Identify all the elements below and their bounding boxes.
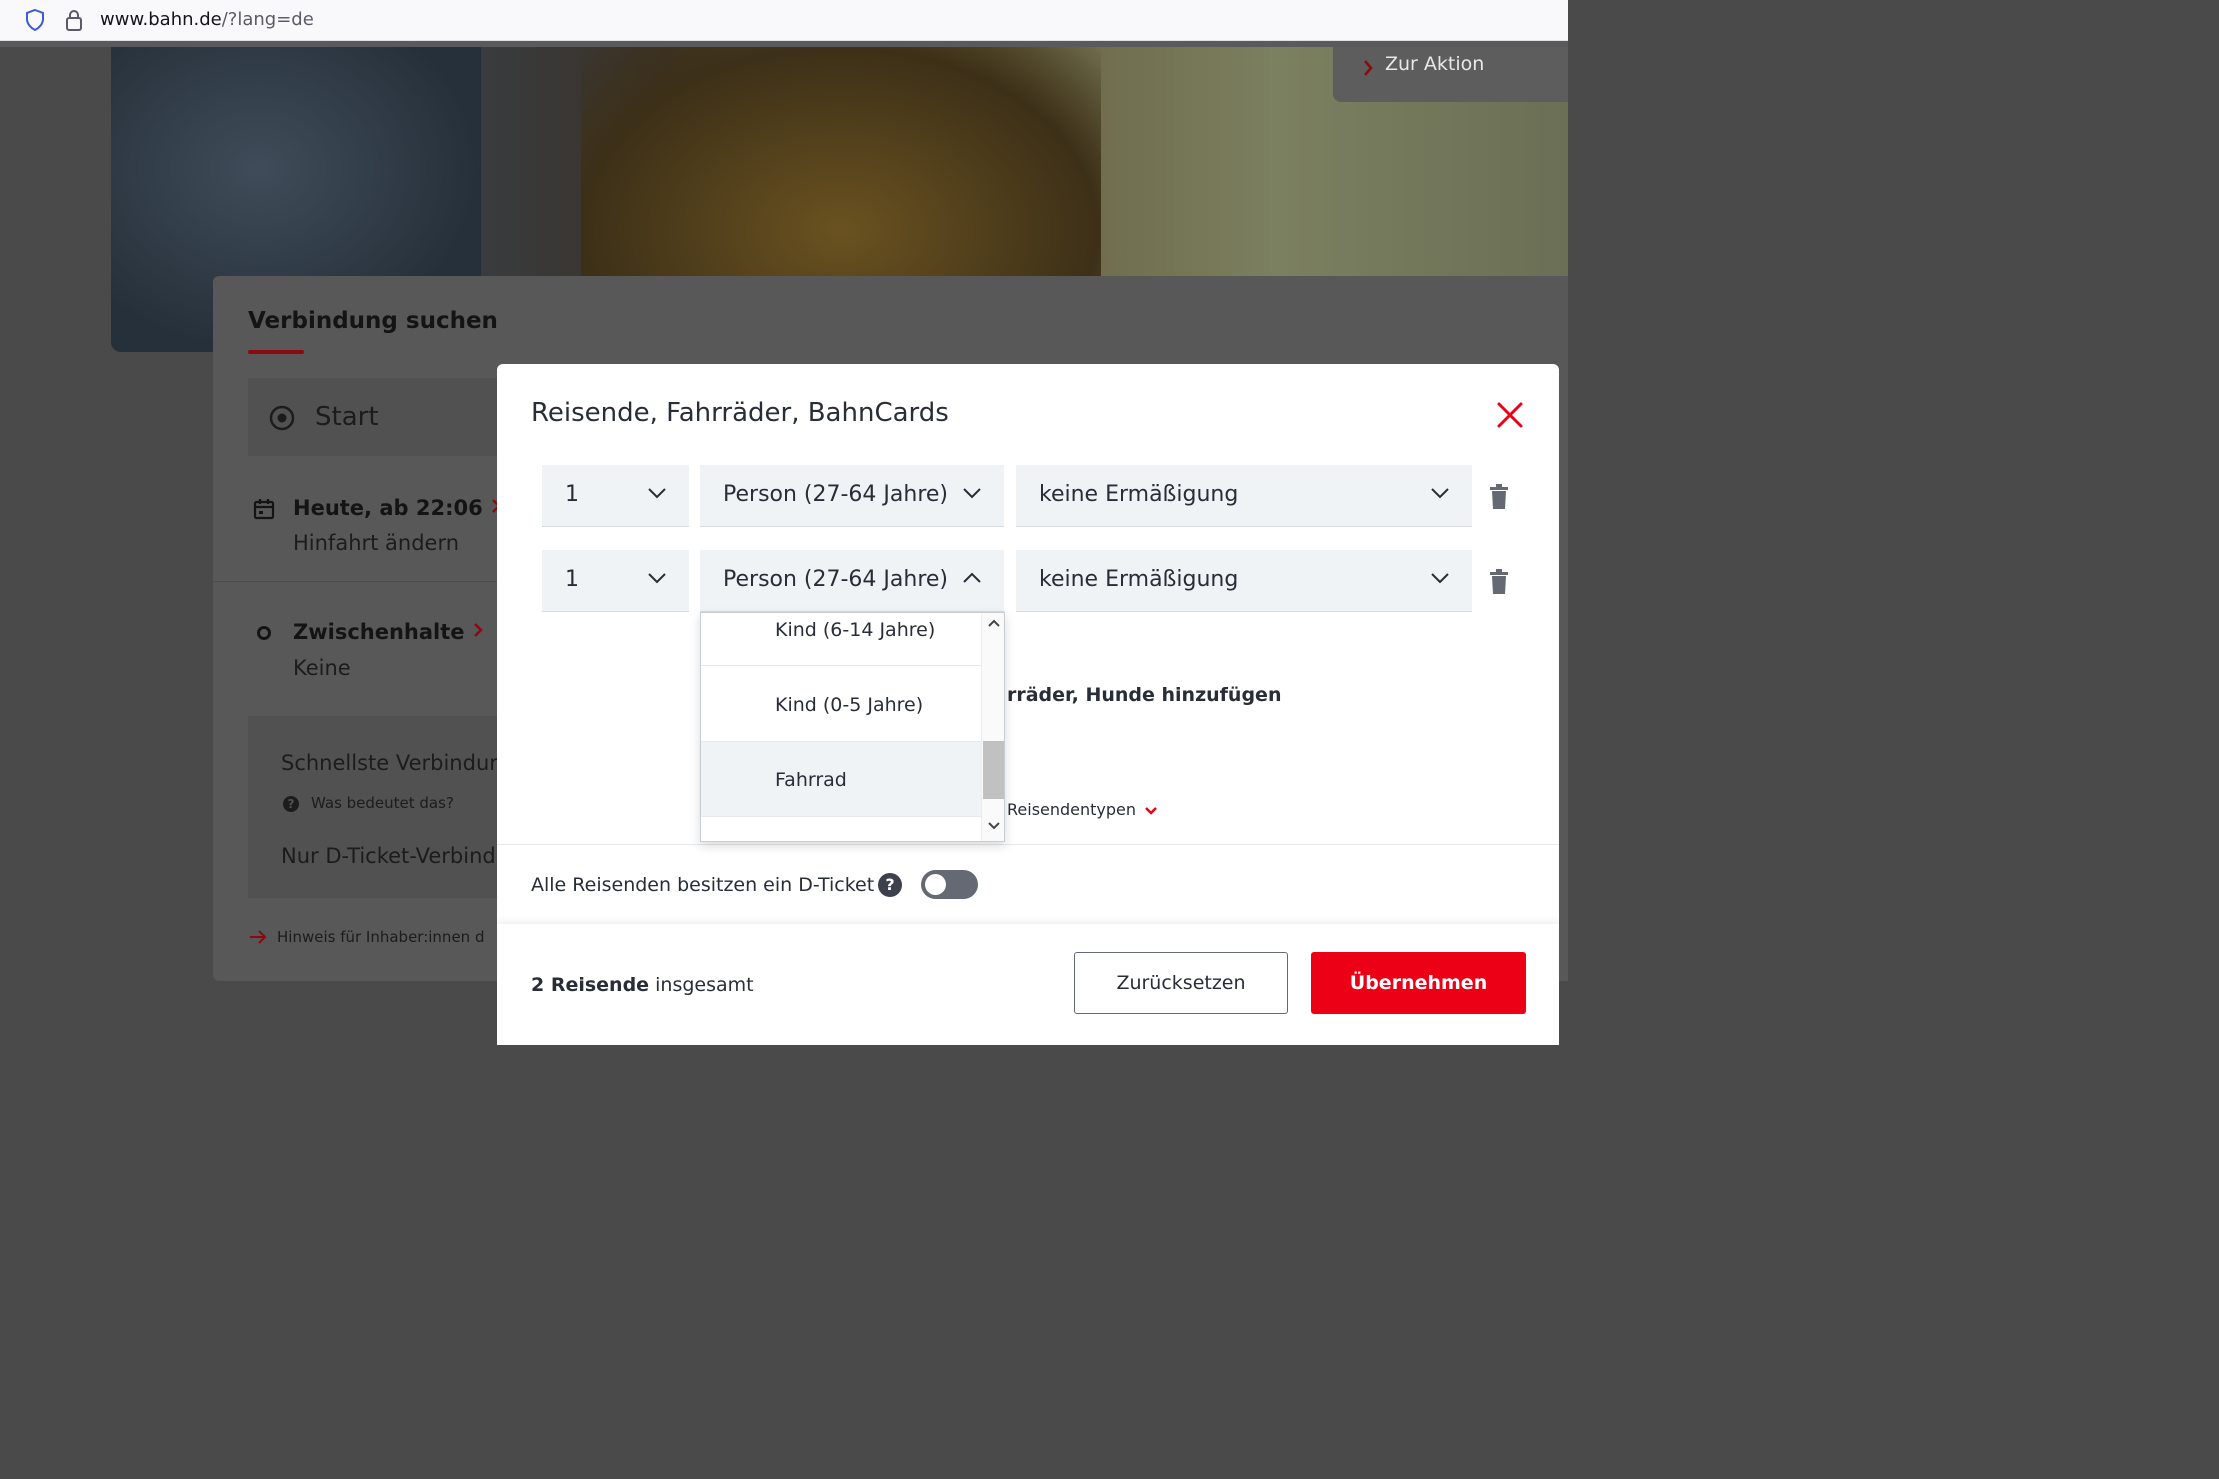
modal-divider — [497, 844, 1559, 845]
traveler-2-count: 1 — [565, 567, 579, 592]
chevron-down-icon — [1431, 573, 1449, 584]
traveler-2-discount-select[interactable]: keine Ermäßigung — [1016, 550, 1472, 612]
dropdown-option-label: Kind (0-5 Jahre) — [775, 694, 924, 716]
departure-change-text: Hinfahrt ändern — [293, 531, 460, 555]
close-icon[interactable] — [1495, 400, 1525, 430]
traveler-2-type-select[interactable]: Person (27-64 Jahre) — [700, 550, 1004, 612]
start-placeholder: Start — [315, 402, 379, 432]
trash-icon[interactable] — [1489, 569, 1509, 595]
dropdown-option[interactable]: Kind (0-5 Jahre) — [701, 667, 981, 742]
stops-link[interactable]: Zwischenhalte — [293, 620, 484, 644]
help-text[interactable]: Was bedeutet das? — [311, 794, 454, 812]
chevron-down-icon — [1431, 488, 1449, 499]
chevron-down-icon — [648, 488, 666, 499]
chevron-right-icon — [1364, 60, 1373, 76]
departure-date-link[interactable]: Heute, ab 22:06 — [293, 496, 502, 520]
departure-date-label: Heute, ab 22:06 — [293, 496, 483, 520]
url-path: /?lang=de — [221, 9, 314, 30]
stop-circle-icon — [257, 626, 271, 640]
dropdown-option-highlighted[interactable]: Fahrrad — [701, 742, 981, 817]
travelers-modal: Reisende, Fahrräder, BahnCards 1 Person … — [497, 364, 1559, 1045]
fastest-connection-option[interactable]: Schnellste Verbindur — [281, 751, 498, 775]
apply-button[interactable]: Übernehmen — [1311, 952, 1526, 1014]
stops-value: Keine — [293, 656, 351, 680]
add-bikes-dogs-link[interactable]: rräder, Hunde hinzufügen — [1007, 684, 1281, 706]
url-host: www.bahn.de — [100, 9, 222, 30]
traveler-1-count: 1 — [565, 482, 579, 507]
location-target-icon — [269, 405, 295, 431]
dropdown-option-label: Fahrrad — [775, 769, 847, 791]
title-underline — [248, 350, 304, 354]
browser-address-bar[interactable]: www.bahn.de/?lang=de — [0, 0, 1568, 41]
stops-label: Zwischenhalte — [293, 620, 465, 644]
modal-footer: 2 Reisende insgesamt Zurücksetzen Überne… — [497, 924, 1559, 1045]
traveler-1-type-select[interactable]: Person (27-64 Jahre) — [700, 465, 1004, 527]
chevron-up-icon — [963, 572, 981, 583]
toggle-knob — [925, 874, 946, 895]
traveler-1-discount-select[interactable]: keine Ermäßigung — [1016, 465, 1472, 527]
dticket-toggle-label: Alle Reisenden besitzen ein D-Ticket — [531, 874, 875, 896]
scrollbar-thumb[interactable] — [983, 741, 1004, 799]
help-icon[interactable]: ? — [283, 796, 299, 812]
scroll-up-icon[interactable] — [987, 618, 1001, 628]
traveler-types-label: Reisendentypen — [1007, 800, 1137, 819]
travelers-total: 2 Reisende insgesamt — [531, 974, 754, 996]
chevron-down-icon — [648, 573, 666, 584]
dticket-only-option[interactable]: Nur D-Ticket-Verbind — [281, 844, 496, 868]
traveler-2-count-select[interactable]: 1 — [542, 550, 689, 612]
dropdown-option-label: Kind (6-14 Jahre) — [775, 619, 936, 641]
chevron-down-icon — [963, 488, 981, 499]
shield-icon[interactable] — [24, 8, 46, 32]
url-text[interactable]: www.bahn.de/?lang=de — [100, 9, 314, 30]
card-divider — [213, 581, 513, 582]
question-icon[interactable]: ? — [878, 873, 902, 897]
trash-icon[interactable] — [1489, 484, 1509, 510]
promo-action-label: Zur Aktion — [1385, 53, 1485, 75]
modal-title: Reisende, Fahrräder, BahnCards — [531, 398, 949, 428]
chevron-down-icon — [1145, 806, 1157, 815]
reset-button[interactable]: Zurücksetzen — [1074, 952, 1288, 1014]
calendar-icon — [253, 499, 275, 520]
lock-icon[interactable] — [64, 8, 84, 32]
traveler-2-type: Person (27-64 Jahre) — [723, 567, 949, 592]
scroll-down-icon[interactable] — [987, 821, 1001, 831]
traveler-1-count-select[interactable]: 1 — [542, 465, 689, 527]
chevron-right-icon — [473, 623, 483, 637]
traveler-1-discount: keine Ermäßigung — [1039, 482, 1239, 507]
dticket-toggle[interactable] — [921, 870, 978, 899]
travelers-total-count: 2 Reisende — [531, 974, 650, 996]
search-card-title: Verbindung suchen — [248, 308, 498, 334]
traveler-types-link[interactable]: Reisendentypen — [1007, 800, 1158, 819]
promo-action-link[interactable]: Zur Aktion — [1333, 47, 1568, 102]
traveler-1-type: Person (27-64 Jahre) — [723, 482, 949, 507]
arrow-right-icon — [250, 930, 267, 944]
travelers-total-suffix: insgesamt — [655, 974, 754, 996]
traveler-type-dropdown[interactable]: Kind (6-14 Jahre) Kind (0-5 Jahre) Fahrr… — [700, 612, 1005, 842]
traveler-2-discount: keine Ermäßigung — [1039, 567, 1239, 592]
dropdown-scrollbar[interactable] — [981, 613, 1004, 841]
hint-link[interactable]: Hinweis für Inhaber:innen d — [277, 928, 484, 946]
dropdown-option[interactable]: Kind (6-14 Jahre) — [701, 613, 981, 666]
